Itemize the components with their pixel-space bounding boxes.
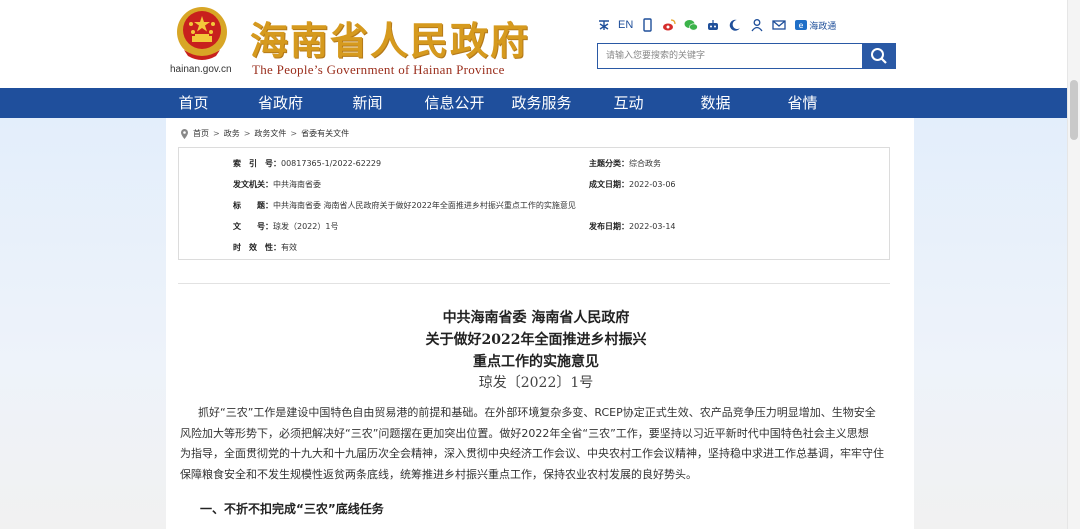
wechat-icon[interactable]: [683, 17, 699, 33]
search-input[interactable]: [597, 43, 862, 69]
meta-index: 索 引 号：00817365-1/2022-62229: [233, 159, 382, 168]
breadcrumb-provincial-docs[interactable]: 省委有关文件: [301, 128, 349, 139]
meta-title: 标 题：中共海南省委 海南省人民政府关于做好2022年全面推进乡村振兴重点工作的…: [233, 201, 576, 210]
site-title-cn[interactable]: 海南省人民政府: [250, 10, 530, 65]
english-link[interactable]: EN: [618, 19, 633, 31]
accessibility-icon[interactable]: [596, 17, 612, 33]
paragraph-line: 为指导，全面贯彻党的十九大和十九届历次全会精神，深入贯彻中央经济工作会议、中央农…: [180, 447, 884, 461]
document-meta-table: 索 引 号：00817365-1/2022-62229 主题分类：综合政务 发文…: [178, 147, 890, 260]
mail-icon[interactable]: [771, 17, 787, 33]
meta-validity: 时 效 性：有效: [233, 243, 297, 252]
page-scrollbar[interactable]: [1067, 0, 1080, 529]
breadcrumb: 首页 > 政务 > 政务文件 > 省委有关文件: [180, 128, 349, 139]
search-bar: [597, 43, 896, 69]
app-link[interactable]: 海政通: [809, 19, 836, 32]
nav-item-interaction[interactable]: 互动: [585, 88, 672, 118]
meta-issuer: 发文机关：中共海南省委: [233, 180, 321, 189]
scrollbar-thumb[interactable]: [1070, 80, 1078, 140]
site-title-en: The People’s Government of Hainan Provin…: [252, 62, 505, 77]
document-number: 琼发〔2022〕1号: [478, 375, 594, 391]
paragraph-line: 保障粮食安全和不发生规模性返贫两条底线，统筹推进乡村振兴重点工作，保持农业农村发…: [180, 467, 697, 481]
user-icon[interactable]: [749, 17, 765, 33]
meta-published-date: 发布日期：2022-03-14: [589, 222, 676, 231]
section-heading: 一、不折不扣完成“三农”底线任务: [200, 502, 384, 516]
breadcrumb-home[interactable]: 首页: [193, 128, 209, 139]
nav-item-data[interactable]: 数据: [672, 88, 759, 118]
document-title-line-1: 中共海南省委 海南省人民政府: [442, 310, 630, 326]
breadcrumb-documents[interactable]: 政务文件: [254, 128, 286, 139]
nav-item-info-disclosure[interactable]: 信息公开: [411, 88, 498, 118]
weibo-icon[interactable]: [661, 17, 677, 33]
paragraph-line: 抓好“三农”工作是建设中国特色自由贸易港的前提和基础。在外部环境复杂多变、RCE…: [198, 406, 876, 419]
robot-icon[interactable]: [705, 17, 721, 33]
search-icon: [871, 48, 887, 64]
nav-item-services[interactable]: 政务服务: [498, 88, 585, 118]
site-header: hainan.gov.cn 海南省人民政府 The People’s Gover…: [0, 0, 1080, 88]
header-toolbar: EN e 海政通: [596, 16, 836, 34]
elderly-mode-icon[interactable]: [727, 17, 743, 33]
national-emblem-icon: [177, 7, 227, 60]
nav-item-province-info[interactable]: 省情: [759, 88, 846, 118]
paragraph-line: 风险加大等形势下，必须把解决好“三农”问题摆在更加突出位置。做好2022年全省“…: [180, 426, 869, 440]
main-nav: 首页 省政府 新闻 信息公开 政务服务 互动 数据 省情: [0, 88, 1080, 118]
meta-doc-number: 文 号：琼发（2022）1号: [233, 222, 339, 231]
nav-item-news[interactable]: 新闻: [324, 88, 411, 118]
site-domain: hainan.gov.cn: [170, 64, 232, 75]
meta-category: 主题分类：综合政务: [589, 159, 661, 168]
document-paragraph: 抓好“三农”工作是建设中国特色自由贸易港的前提和基础。在外部环境复杂多变、RCE…: [180, 403, 892, 485]
app-logo-icon[interactable]: e: [793, 17, 809, 33]
location-pin-icon: [181, 128, 188, 139]
meta-created-date: 成文日期：2022-03-06: [589, 180, 676, 189]
content-divider: [178, 283, 890, 284]
mobile-icon[interactable]: [639, 17, 655, 33]
nav-item-home[interactable]: 首页: [150, 88, 237, 118]
document-title-line-2: 关于做好2022年全面推进乡村振兴: [425, 332, 647, 348]
document-title-line-3: 重点工作的实施意见: [473, 354, 599, 370]
breadcrumb-separator: >: [213, 129, 220, 138]
breadcrumb-separator: >: [290, 129, 298, 138]
breadcrumb-affairs[interactable]: 政务: [224, 128, 240, 139]
search-button[interactable]: [862, 43, 896, 69]
svg-text:e: e: [799, 21, 804, 30]
nav-item-government[interactable]: 省政府: [237, 88, 324, 118]
breadcrumb-separator: >: [243, 129, 251, 138]
